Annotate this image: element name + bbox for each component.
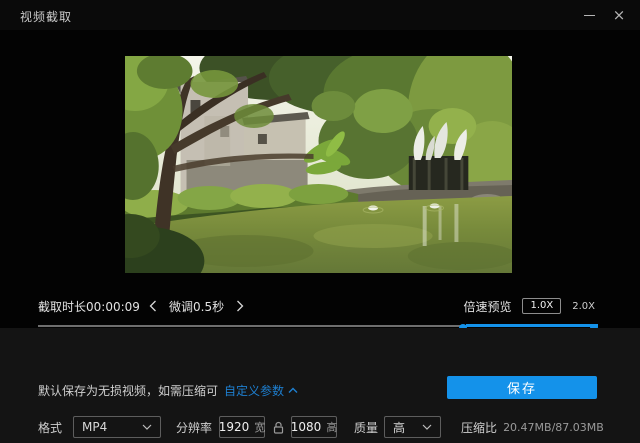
clip-duration-label: 截取时长	[38, 300, 86, 314]
quality-label: 质量	[354, 419, 378, 436]
chevron-left-icon	[149, 300, 157, 312]
speed-1x-button[interactable]: 1.0X	[522, 298, 561, 314]
video-frame-scene	[125, 56, 512, 273]
speed-preview-control: 倍速预览 1.0X 2.0X	[463, 296, 595, 316]
height-field[interactable]: 1080 高	[291, 416, 337, 438]
format-label: 格式	[38, 419, 62, 436]
chevron-right-icon	[236, 300, 244, 312]
height-unit: 高	[326, 419, 337, 435]
width-value: 1920	[219, 420, 250, 434]
format-select[interactable]: MP4	[73, 416, 161, 438]
fine-tune-forward-button[interactable]	[233, 298, 247, 314]
playback-controls: 截取时长00:00:09 微调0.5秒 倍速预览 1.0X 2.0X	[38, 296, 595, 316]
custom-params-link-label: 自定义参数	[224, 382, 284, 399]
quality-select[interactable]: 高	[384, 416, 441, 438]
resolution-label: 分辨率	[176, 419, 212, 436]
clip-duration-value: 00:00:09	[86, 300, 140, 314]
window-title: 视频截取	[20, 8, 72, 25]
fine-tune-control: 微调0.5秒	[146, 296, 247, 316]
fine-tune-label: 微调0.5秒	[169, 298, 224, 315]
speed-preview-label: 倍速预览	[463, 298, 511, 315]
timeline-selected-range[interactable]	[466, 324, 598, 327]
chevron-down-icon	[142, 424, 152, 430]
bottom-panel: 默认保存为无损视频，如需压缩可 自定义参数 保存 格式 MP4 分辨率 1920…	[0, 328, 640, 443]
speed-2x-button[interactable]: 2.0X	[572, 301, 595, 312]
close-icon: ×	[613, 6, 626, 24]
custom-params-link[interactable]: 自定义参数	[224, 382, 298, 399]
lock-icon	[273, 421, 284, 434]
width-unit: 宽	[254, 419, 265, 435]
params-row: 格式 MP4 分辨率 1920 宽 1080 高 质量	[38, 416, 608, 438]
fine-tune-back-button[interactable]	[146, 298, 160, 314]
height-value: 1080	[291, 420, 322, 434]
width-field[interactable]: 1920 宽	[219, 416, 265, 438]
save-button[interactable]: 保存	[447, 376, 597, 399]
aspect-lock-toggle[interactable]	[270, 421, 286, 434]
chevron-up-icon	[288, 387, 298, 394]
save-hint-text: 默认保存为无损视频，如需压缩可	[38, 382, 218, 399]
video-clip-dialog: 视频截取 ×	[0, 0, 640, 443]
minimize-icon	[584, 15, 595, 16]
video-preview[interactable]	[125, 56, 512, 273]
chevron-down-icon	[422, 424, 432, 430]
clip-duration: 截取时长00:00:09	[38, 298, 140, 315]
minimize-button[interactable]	[574, 0, 604, 30]
compression-ratio-value: 20.47MB/87.03MB	[503, 421, 604, 434]
timeline-track[interactable]	[38, 325, 466, 327]
close-button[interactable]: ×	[604, 0, 634, 30]
quality-value: 高	[393, 419, 405, 436]
format-value: MP4	[82, 420, 107, 434]
save-hint: 默认保存为无损视频，如需压缩可 自定义参数	[38, 382, 298, 399]
titlebar: 视频截取 ×	[0, 0, 640, 30]
compression-ratio-label: 压缩比	[461, 419, 497, 436]
